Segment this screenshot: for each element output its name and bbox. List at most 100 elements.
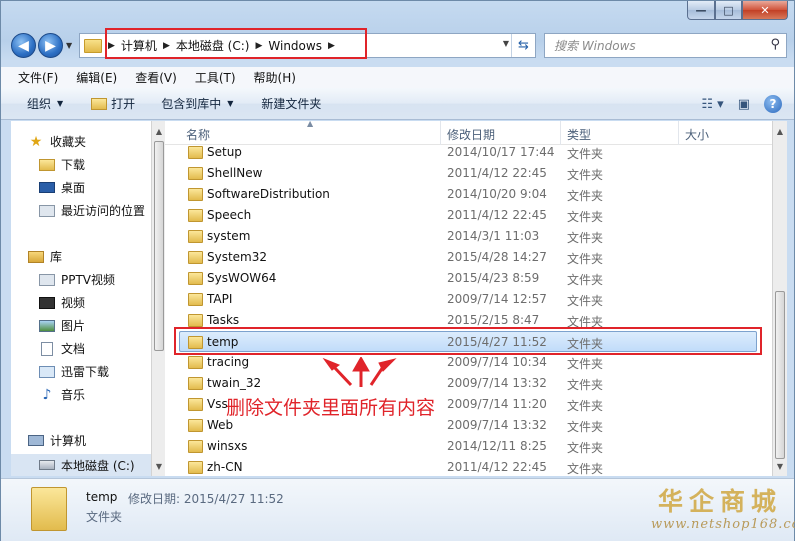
file-type: 文件夹 bbox=[567, 189, 604, 203]
new-folder-button[interactable]: 新建文件夹 bbox=[247, 95, 335, 112]
folder-icon bbox=[188, 251, 203, 264]
downloads-folder-icon bbox=[39, 158, 55, 171]
file-row[interactable]: System32 2015/4/28 14:27 文件夹 bbox=[165, 247, 772, 268]
file-type: 文件夹 bbox=[567, 357, 604, 371]
nav-xunlei[interactable]: 迅雷下载 bbox=[39, 363, 109, 380]
nav-pane-scrollbar[interactable]: ▲ ▼ bbox=[151, 121, 165, 476]
menu-file[interactable]: 文件(F) bbox=[1, 69, 67, 86]
file-type: 文件夹 bbox=[567, 168, 604, 182]
nav-favorites[interactable]: ★ 收藏夹 bbox=[28, 133, 86, 150]
folder-icon bbox=[188, 167, 203, 180]
arrow-right-icon: ▶ bbox=[45, 37, 56, 54]
pptv-library-icon bbox=[39, 273, 55, 286]
scroll-up-icon[interactable]: ▲ bbox=[152, 123, 166, 139]
annotation-text: 删除文件夹里面所有内容 bbox=[226, 397, 436, 419]
open-button[interactable]: 打开 bbox=[77, 95, 149, 112]
nav-pictures[interactable]: 图片 bbox=[39, 317, 85, 334]
nav-libraries[interactable]: 库 bbox=[28, 248, 62, 265]
folder-icon bbox=[84, 38, 102, 53]
nav-music[interactable]: ♪ 音乐 bbox=[39, 386, 85, 403]
file-name: TAPI bbox=[207, 292, 233, 306]
nav-computer[interactable]: 计算机 bbox=[28, 432, 86, 449]
back-button[interactable]: ◀ bbox=[11, 33, 36, 58]
file-name: SoftwareDistribution bbox=[207, 187, 330, 201]
address-dropdown[interactable]: ▼ bbox=[503, 39, 509, 48]
nav-recent-label: 最近访问的位置 bbox=[61, 204, 146, 218]
menu-help[interactable]: 帮助(H) bbox=[245, 69, 305, 86]
folder-icon bbox=[188, 377, 203, 390]
minimize-button[interactable]: — bbox=[687, 1, 715, 20]
file-row[interactable]: TAPI 2009/7/14 12:57 文件夹 bbox=[165, 289, 772, 310]
watermark-url: www.netshop168.com bbox=[651, 517, 795, 532]
folder-icon bbox=[188, 461, 203, 474]
nav-pptv[interactable]: PPTV视频 bbox=[39, 271, 115, 288]
menu-bar: 文件(F) 编辑(E) 查看(V) 工具(T) 帮助(H) bbox=[1, 67, 794, 88]
nav-scroll-thumb[interactable] bbox=[154, 141, 164, 351]
arrow-up-left-shaft bbox=[332, 365, 353, 387]
file-row[interactable]: twain_32 2009/7/14 13:32 文件夹 bbox=[165, 373, 772, 394]
nav-videos-label: 视频 bbox=[61, 296, 86, 310]
search-placeholder[interactable]: 搜索 Windows bbox=[554, 37, 636, 54]
details-name: temp bbox=[86, 490, 118, 504]
file-row[interactable]: ShellNew 2011/4/12 22:45 文件夹 bbox=[165, 163, 772, 184]
file-row[interactable]: system 2014/3/1 11:03 文件夹 bbox=[165, 226, 772, 247]
folder-icon bbox=[188, 440, 203, 453]
file-row[interactable]: zh-CN 2011/4/12 22:45 文件夹 bbox=[165, 457, 772, 476]
file-row[interactable]: SysWOW64 2015/4/23 8:59 文件夹 bbox=[165, 268, 772, 289]
recent-pages-dropdown[interactable]: ▼ bbox=[66, 41, 72, 50]
column-name[interactable]: 名称 bbox=[186, 126, 210, 143]
file-type: 文件夹 bbox=[567, 273, 604, 287]
file-name: Speech bbox=[207, 208, 252, 222]
file-name: Vss bbox=[207, 397, 228, 411]
file-row[interactable]: SoftwareDistribution 2014/10/20 9:04 文件夹 bbox=[165, 184, 772, 205]
folder-icon bbox=[31, 487, 67, 531]
menu-view[interactable]: 查看(V) bbox=[126, 69, 186, 86]
refresh-button[interactable]: ⇆ bbox=[511, 34, 535, 57]
maximize-button[interactable]: □ bbox=[715, 1, 742, 20]
organize-button[interactable]: 组织 ▼ bbox=[1, 95, 77, 112]
column-size[interactable]: 大小 bbox=[685, 126, 709, 143]
column-type[interactable]: 类型 bbox=[567, 126, 591, 143]
file-type: 文件夹 bbox=[567, 462, 604, 476]
file-name: Tasks bbox=[207, 313, 240, 327]
search-box[interactable]: 搜索 Windows ⚲ bbox=[544, 33, 787, 58]
arrow-left-icon: ◀ bbox=[18, 37, 29, 54]
nav-videos[interactable]: 视频 bbox=[39, 294, 85, 311]
nav-pictures-label: 图片 bbox=[61, 319, 86, 333]
file-list-scrollbar[interactable]: ▲ ▼ bbox=[772, 121, 787, 476]
preview-pane-icon[interactable]: ▣ bbox=[738, 97, 750, 112]
nav-downloads[interactable]: 下载 bbox=[39, 156, 85, 173]
file-scroll-thumb[interactable] bbox=[775, 291, 785, 459]
arrow-up-icon bbox=[352, 357, 370, 372]
nav-documents[interactable]: 文档 bbox=[39, 340, 85, 357]
view-options-icon[interactable]: ☷ ▾ bbox=[701, 97, 723, 112]
nav-recent[interactable]: 最近访问的位置 bbox=[39, 202, 145, 219]
folder-icon bbox=[188, 419, 203, 432]
scroll-up-icon[interactable]: ▲ bbox=[773, 123, 787, 139]
file-type: 文件夹 bbox=[567, 252, 604, 266]
organize-label: 组织 bbox=[27, 97, 52, 111]
nav-local-disk-label: 本地磁盘 (C:) bbox=[61, 458, 135, 473]
document-icon bbox=[41, 341, 53, 356]
include-library-button[interactable]: 包含到库中 ▼ bbox=[149, 95, 247, 112]
menu-edit[interactable]: 编辑(E) bbox=[67, 69, 126, 86]
file-date: 2011/4/12 22:45 bbox=[447, 460, 547, 474]
folder-icon bbox=[188, 272, 203, 285]
help-icon[interactable]: ? bbox=[764, 95, 782, 113]
scroll-down-icon[interactable]: ▼ bbox=[152, 458, 166, 474]
file-name: System32 bbox=[207, 250, 268, 264]
file-row[interactable]: winsxs 2014/12/11 8:25 文件夹 bbox=[165, 436, 772, 457]
file-row[interactable]: Speech 2011/4/12 22:45 文件夹 bbox=[165, 205, 772, 226]
scroll-down-icon[interactable]: ▼ bbox=[773, 458, 787, 474]
close-button[interactable]: ✕ bbox=[742, 1, 788, 20]
file-row[interactable]: Setup 2014/10/17 17:44 文件夹 bbox=[165, 142, 772, 163]
forward-button[interactable]: ▶ bbox=[38, 33, 63, 58]
nav-local-disk[interactable]: 本地磁盘 (C:) bbox=[11, 454, 151, 476]
open-folder-icon bbox=[91, 97, 108, 110]
file-row[interactable]: tracing 2009/7/14 10:34 文件夹 bbox=[165, 352, 772, 373]
menu-tools[interactable]: 工具(T) bbox=[186, 69, 245, 86]
column-date[interactable]: 修改日期 bbox=[447, 126, 495, 143]
nav-desktop[interactable]: 桌面 bbox=[39, 179, 85, 196]
computer-icon bbox=[28, 435, 44, 446]
search-icon[interactable]: ⚲ bbox=[770, 37, 780, 52]
